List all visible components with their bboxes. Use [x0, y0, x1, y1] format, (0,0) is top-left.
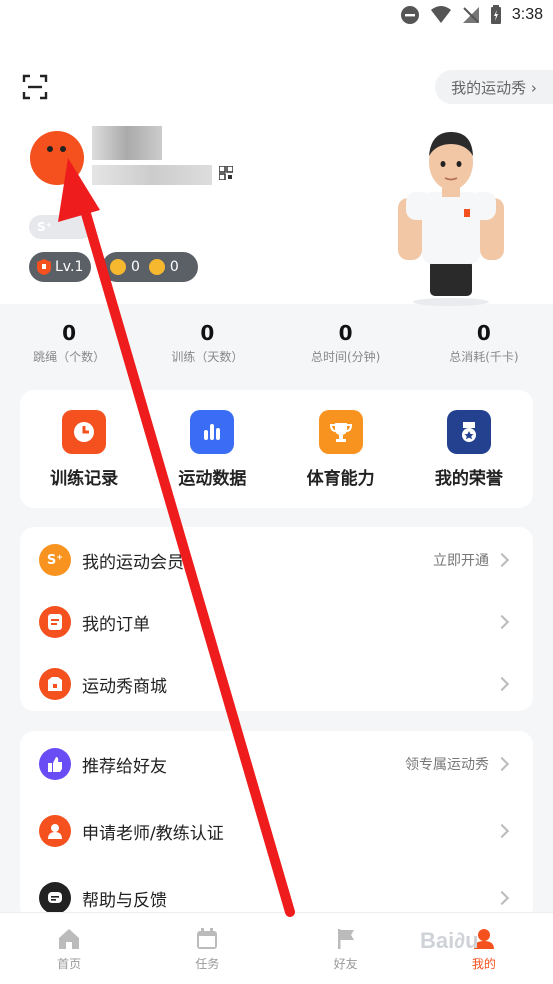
battery-icon: [490, 5, 501, 24]
energy-count: 0: [169, 259, 179, 275]
menu-item-membership[interactable]: S⁺ 我的运动会员 立即开通: [20, 529, 533, 591]
coin-count: 0: [131, 259, 140, 275]
menu-item-coach-certification[interactable]: 申请老师/教练认证: [20, 800, 533, 862]
energy-coin-icon: [148, 259, 165, 275]
wifi-icon: [430, 6, 451, 23]
menu-item-recommend[interactable]: 推荐给好友 领专属运动秀: [20, 733, 533, 795]
medal-icon: [446, 410, 491, 454]
sports-data-button[interactable]: 运动数据: [148, 390, 276, 508]
flag-icon: [337, 929, 354, 949]
chevron-right-icon: [494, 614, 510, 630]
character-avatar[interactable]: [392, 126, 510, 306]
menu-group-other: 推荐给好友 领专属运动秀 申请老师/教练认证 帮助与反馈: [20, 731, 533, 921]
scan-icon[interactable]: [22, 74, 48, 100]
avatar[interactable]: [30, 131, 84, 185]
stat-total-calories[interactable]: 0 总消耗(千卡): [415, 320, 553, 378]
vip-badge[interactable]: S⁺: [29, 215, 93, 239]
chevron-right-icon: [494, 823, 510, 839]
stats-row: 0 跳绳（个数） 0 训练（天数） 0 总时间(分钟) 0 总消耗(千卡): [0, 320, 553, 378]
calendar-icon: [197, 928, 218, 949]
no-signal-icon: [462, 7, 479, 23]
qr-code-icon[interactable]: [219, 166, 233, 180]
home-icon: [59, 929, 80, 949]
bar-chart-icon: [190, 410, 235, 454]
baidu-watermark: Bai∂u: [420, 928, 479, 953]
user-icon: [39, 815, 71, 847]
trophy-icon: [318, 410, 363, 454]
nav-friends[interactable]: 好友: [277, 913, 415, 984]
order-icon: [39, 606, 71, 638]
chevron-right-icon: [494, 676, 510, 692]
menu-item-orders[interactable]: 我的订单: [20, 591, 533, 653]
level-shield-icon: [37, 259, 51, 275]
open-membership-link[interactable]: 立即开通: [433, 550, 489, 570]
thumbs-up-icon: [39, 748, 71, 780]
chevron-right-icon: [494, 756, 510, 772]
sports-ability-button[interactable]: 体育能力: [277, 390, 405, 508]
status-bar: 3:38: [0, 0, 553, 32]
stat-total-time[interactable]: 0 总时间(分钟): [277, 320, 415, 378]
recommend-reward-link[interactable]: 领专属运动秀: [405, 754, 489, 774]
training-record-button[interactable]: 训练记录: [20, 390, 148, 508]
level-badge[interactable]: Lv.1: [29, 252, 91, 282]
vip-icon: S⁺: [39, 544, 71, 576]
shortcuts-card: 训练记录 运动数据 体育能力 我的荣誉: [20, 390, 533, 508]
my-honors-button[interactable]: 我的荣誉: [405, 390, 533, 508]
level-text: Lv.1: [55, 259, 84, 275]
menu-item-shop[interactable]: 运动秀商城: [20, 653, 533, 715]
vip-icon: S⁺: [37, 220, 52, 234]
clock-icon: [62, 410, 107, 454]
menu-group-membership: S⁺ 我的运动会员 立即开通 我的订单 运动秀商城: [20, 527, 533, 711]
chevron-right-icon: [494, 890, 510, 906]
username-blurred: [92, 126, 162, 160]
shop-icon: [39, 668, 71, 700]
stat-training-days[interactable]: 0 训练（天数）: [138, 320, 276, 378]
star-coin-icon: [110, 259, 126, 275]
my-show-link[interactable]: 我的运动秀 ›: [435, 70, 553, 104]
chat-icon: [39, 882, 71, 914]
clock-time: 3:38: [511, 6, 543, 23]
nav-home[interactable]: 首页: [0, 913, 138, 984]
chevron-right-icon: [494, 552, 510, 568]
dnd-icon: [400, 6, 419, 24]
currency-badge[interactable]: 0 0: [102, 252, 198, 282]
user-id-blurred: [92, 165, 212, 185]
stat-jump-rope[interactable]: 0 跳绳（个数）: [0, 320, 138, 378]
nav-tasks[interactable]: 任务: [138, 913, 276, 984]
